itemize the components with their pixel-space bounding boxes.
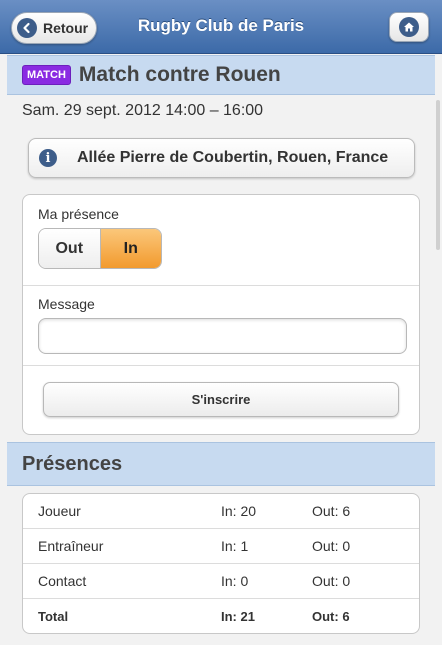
presences-title: Présences xyxy=(22,452,123,475)
role-cell: Contact xyxy=(38,573,87,589)
in-count-cell: In: 1 xyxy=(221,538,249,554)
total-row: Total In: 21 Out: 6 xyxy=(23,599,419,633)
register-button[interactable]: S'inscrire xyxy=(43,382,399,417)
scrollbar[interactable] xyxy=(436,100,440,250)
table-row: Entraîneur In: 1 Out: 0 xyxy=(23,529,419,564)
event-title: Match contre Rouen xyxy=(78,63,281,86)
home-icon xyxy=(399,17,419,37)
home-button[interactable] xyxy=(389,12,429,42)
presences-header: Présences xyxy=(7,442,435,486)
attendance-form: Ma présence Out In Message S'inscrire xyxy=(22,194,420,435)
back-button-label: Retour xyxy=(43,20,89,36)
out-count-cell: Out: 0 xyxy=(312,538,351,554)
out-count-cell: Out: 6 xyxy=(312,503,351,519)
arrow-left-icon xyxy=(17,18,37,38)
page-title: Rugby Club de Paris xyxy=(137,16,305,35)
event-type-badge: MATCH xyxy=(22,65,71,85)
back-button[interactable]: Retour xyxy=(11,12,97,44)
role-cell: Entraîneur xyxy=(38,538,104,554)
total-out-cell: Out: 6 xyxy=(312,609,350,624)
table-row: Joueur In: 20 Out: 6 xyxy=(23,494,419,529)
presence-in-option[interactable]: In xyxy=(100,229,161,268)
presences-table: Joueur In: 20 Out: 6 Entraîneur In: 1 Ou… xyxy=(22,493,420,634)
out-count-cell: Out: 0 xyxy=(312,573,351,589)
header-bar: Retour Rugby Club de Paris xyxy=(0,0,442,54)
message-label: Message xyxy=(38,296,95,312)
role-cell: Joueur xyxy=(38,503,81,519)
total-in-cell: In: 21 xyxy=(221,609,255,624)
presence-toggle[interactable]: Out In xyxy=(38,228,162,269)
table-row: Contact In: 0 Out: 0 xyxy=(23,564,419,599)
presence-label: Ma présence xyxy=(38,206,119,222)
message-input[interactable] xyxy=(38,318,407,354)
address-label: Allée Pierre de Coubertin, Rouen, France xyxy=(77,149,389,166)
event-date: Sam. 29 sept. 2012 14:00 – 16:00 xyxy=(22,102,264,119)
address-button[interactable]: i Allée Pierre de Coubertin, Rouen, Fran… xyxy=(28,138,415,178)
info-icon: i xyxy=(39,149,57,167)
presence-out-option[interactable]: Out xyxy=(39,229,101,268)
event-header: MATCH Match contre Rouen xyxy=(7,55,435,95)
presence-row: Ma présence Out In xyxy=(23,195,419,286)
total-label: Total xyxy=(38,609,69,624)
in-count-cell: In: 20 xyxy=(221,503,257,519)
in-count-cell: In: 0 xyxy=(221,573,249,589)
